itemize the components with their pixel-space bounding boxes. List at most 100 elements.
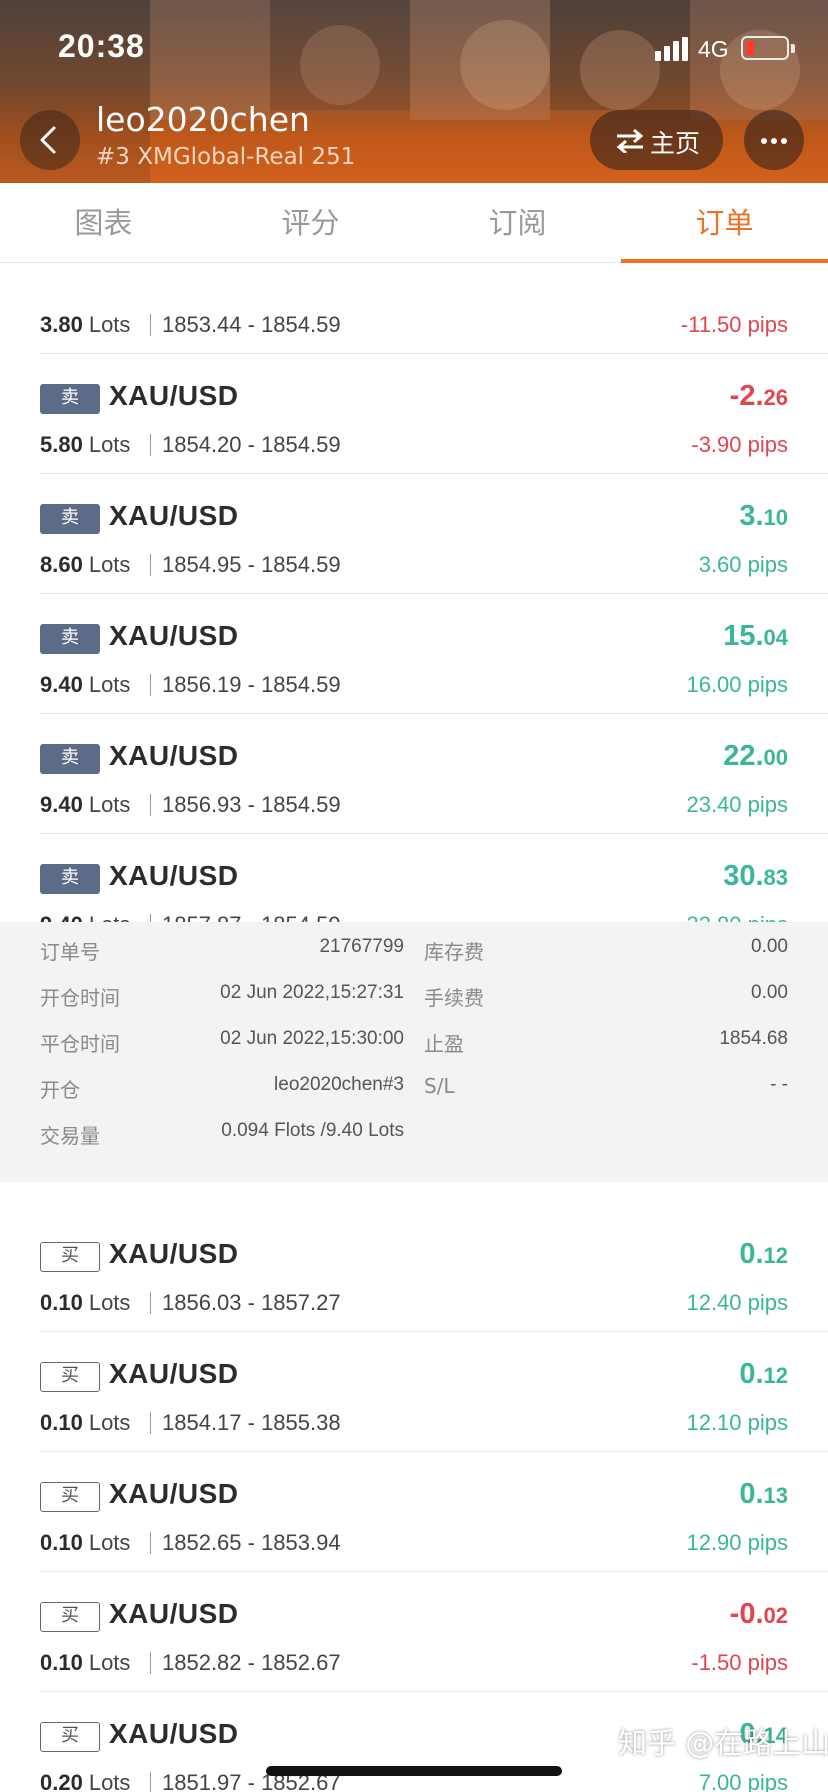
order-profit: 0.12 [739,1238,788,1270]
buy-badge: 买 [40,1362,100,1392]
order-lots: 0.10 Lots [40,1290,131,1315]
detail-row: 平仓时间 02 Jun 2022,15:30:00 止盈 1854.68 [0,1028,828,1074]
order-row[interactable]: 卖 XAU/USD 5.80 Lots 1854.20 - 1854.59 -2.… [0,354,828,474]
order-symbol: XAU/USD [109,1598,239,1629]
detail-label: 交易量 [40,1124,100,1148]
order-prices: 1856.93 - 1854.59 [162,792,341,817]
order-profit: 22.00 [723,740,788,772]
order-lots: 8.60 Lots [40,552,131,577]
sell-badge: 卖 [40,624,100,654]
order-lots: 0.10 Lots [40,1530,131,1555]
order-prices: 1856.03 - 1857.27 [162,1290,341,1315]
order-pips: 12.40 pips [686,1290,788,1315]
detail-label: S/L [424,1074,455,1098]
buy-badge: 买 [40,1722,100,1752]
divider [150,554,151,576]
status-time: 20:38 [58,28,145,64]
home-button[interactable]: 主页 [590,110,723,170]
tab-bar: 图表 评分 订阅 订单 [0,183,828,263]
sell-badge: 卖 [40,384,100,414]
order-profit: -2.26 [729,380,788,412]
take-profit-value: 1854.68 [719,1028,788,1049]
detail-row: 订单号 21767799 库存费 0.00 [0,936,828,982]
tab-subscribe[interactable]: 订阅 [414,183,621,263]
divider [150,314,151,336]
order-pips: 23.40 pips [686,792,788,817]
tab-chart[interactable]: 图表 [0,183,207,263]
order-symbol: XAU/USD [109,500,239,531]
order-prices: 1854.20 - 1854.59 [162,432,341,457]
stop-loss-value: - - [770,1074,788,1095]
buy-badge: 买 [40,1482,100,1512]
detail-label: 开仓时间 [40,986,120,1010]
detail-row: 开仓时间 02 Jun 2022,15:27:31 手续费 0.00 [0,982,828,1028]
order-row[interactable]: 买 XAU/USD 0.10 Lots 1856.03 - 1857.27 0.1… [0,1212,828,1332]
home-indicator[interactable] [266,1766,562,1776]
order-row[interactable]: 买 XAU/USD 0.10 Lots 1852.82 - 1852.67 -0.… [0,1572,828,1692]
order-pips: 3.60 pips [698,552,788,577]
order-pips: -1.50 pips [691,1650,788,1675]
sell-badge: 卖 [40,864,100,894]
order-prices: 1852.82 - 1852.67 [162,1650,341,1675]
detail-label: 订单号 [40,940,100,964]
close-time: 02 Jun 2022,15:30:00 [220,1028,404,1049]
order-symbol: XAU/USD [109,1358,239,1389]
divider [150,434,151,456]
open-by: leo2020chen#3 [274,1074,404,1095]
divider [150,794,151,816]
order-row[interactable]: 3.80 Lots 1853.44 - 1854.59 -11.50 pips [0,264,828,354]
detail-row: 交易量 0.094 Flots /9.40 Lots [0,1120,828,1166]
network-type: 4G [698,36,729,62]
order-list[interactable]: 3.80 Lots 1853.44 - 1854.59 -11.50 pips 卖… [0,264,828,1792]
detail-label: 库存费 [424,940,484,964]
profile-header: 20:38 4G leo2020chen #3 XMGlobal-Real 25… [0,0,828,183]
sell-badge: 卖 [40,744,100,774]
order-lots: 0.20 Lots [40,1770,131,1792]
back-button[interactable] [20,110,80,170]
home-button-label: 主页 [650,129,701,158]
order-symbol: XAU/USD [109,860,239,891]
detail-label: 开仓 [40,1078,80,1102]
order-row[interactable]: 卖 XAU/USD 8.60 Lots 1854.95 - 1854.59 3.1… [0,474,828,594]
buy-badge: 买 [40,1242,100,1272]
order-pips: 12.90 pips [686,1530,788,1555]
tab-orders[interactable]: 订单 [621,183,828,263]
order-symbol: XAU/USD [109,1718,239,1749]
chevron-left-icon [40,126,56,154]
order-row[interactable]: 买 XAU/USD 0.10 Lots 1854.17 - 1855.38 0.1… [0,1332,828,1452]
order-row[interactable]: 卖 XAU/USD 9.40 Lots 1856.19 - 1854.59 15.… [0,594,828,714]
order-profit: 3.10 [739,500,788,532]
order-prices: 1853.44 - 1854.59 [162,312,341,337]
profile-name: leo2020chen [96,100,310,139]
order-prices: 1852.65 - 1853.94 [162,1530,341,1555]
tab-rating[interactable]: 评分 [207,183,414,263]
order-symbol: XAU/USD [109,740,239,771]
order-row[interactable]: 卖 XAU/USD 9.40 Lots 1856.93 - 1854.59 22.… [0,714,828,834]
divider [150,1412,151,1434]
order-profit: 0.12 [739,1358,788,1390]
order-prices: 1856.19 - 1854.59 [162,672,341,697]
order-profit: 0.13 [739,1478,788,1510]
buy-badge: 买 [40,1602,100,1632]
divider [150,1652,151,1674]
order-details-panel: 订单号 21767799 库存费 0.00 开仓时间 02 Jun 2022,1… [0,922,828,1182]
order-lots: 0.10 Lots [40,1650,131,1675]
order-row[interactable]: 买 XAU/USD 0.10 Lots 1852.65 - 1853.94 0.1… [0,1452,828,1572]
divider [150,674,151,696]
more-button[interactable] [744,110,804,170]
order-prices: 1854.95 - 1854.59 [162,552,341,577]
swap-value: 0.00 [751,936,788,957]
volume-value: 0.094 Flots /9.40 Lots [221,1120,404,1141]
battery-tip [791,44,795,53]
divider [150,1532,151,1554]
detail-label: 平仓时间 [40,1032,120,1056]
order-profit: -0.02 [729,1598,788,1630]
detail-label: 手续费 [424,986,484,1010]
account-subtitle: #3 XMGlobal-Real 251 [96,144,356,170]
battery-icon [741,36,789,60]
order-pips: 16.00 pips [686,672,788,697]
divider [150,1292,151,1314]
order-profit: 30.83 [723,860,788,892]
detail-row: 开仓 leo2020chen#3 S/L - - [0,1074,828,1120]
order-symbol: XAU/USD [109,380,239,411]
